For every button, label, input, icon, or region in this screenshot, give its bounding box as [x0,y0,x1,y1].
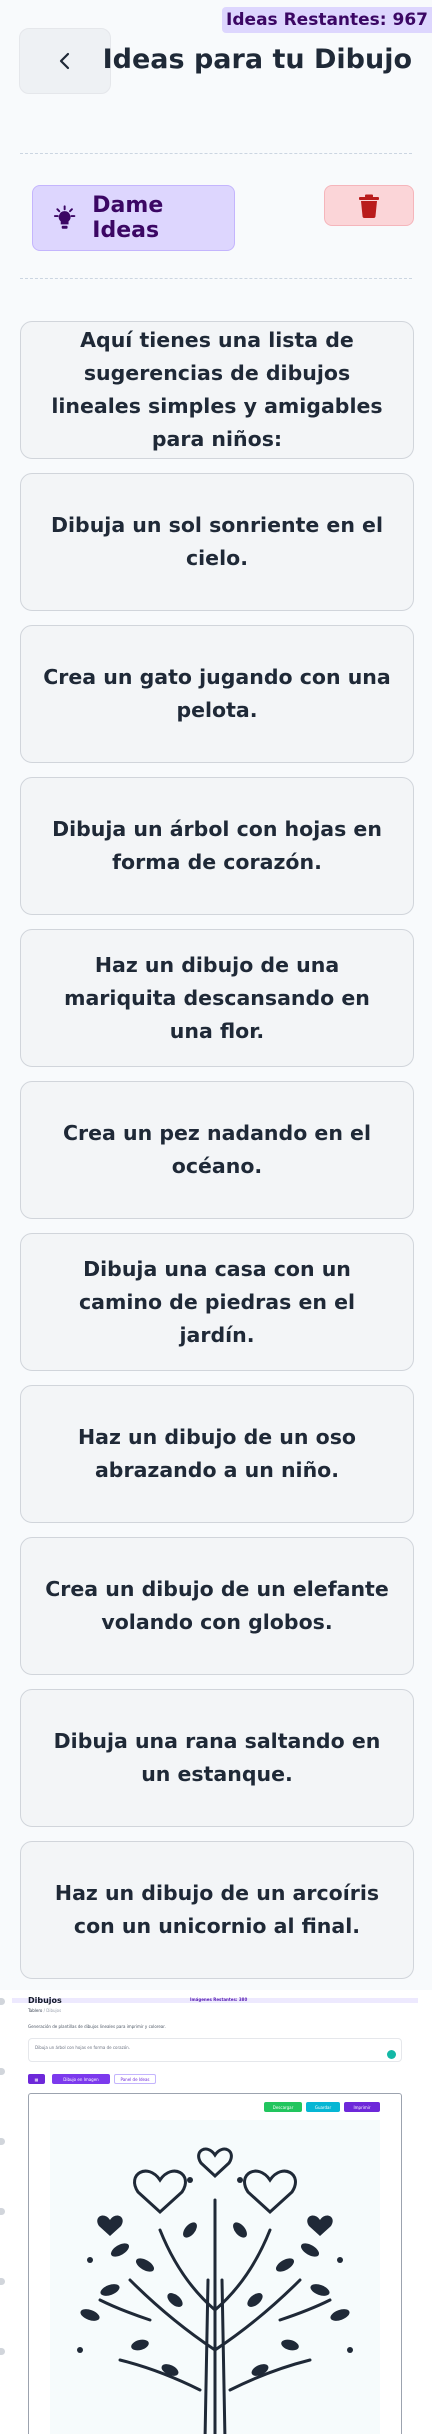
preview-description: Generación de plantillas de dibujos line… [28,2024,166,2029]
edge-tab [0,2138,5,2145]
idea-card: Dibuja una casa con un camino de piedras… [20,1233,414,1371]
idea-card: Dibuja una rana saltando en un estanque. [20,1689,414,1827]
print-button[interactable]: Imprimir [344,2102,380,2112]
breadcrumb: Tablero / Dibujos [28,2008,62,2013]
idea-card: Aquí tienes una lista de sugerencias de … [20,321,414,459]
drawing-preview-screenshot: Dibujos Imágenes Restantes: 380 Tablero … [0,1990,432,2434]
get-ideas-button[interactable]: Dame Ideas [32,185,235,251]
heart-tree-illustration [77,2147,353,2434]
preview-title: Dibujos [28,1996,62,2005]
draw-on-image-button[interactable]: Dibujo en Imagen [52,2074,110,2084]
download-label: Descargar [272,2104,294,2110]
page-title: Ideas para tu Dibujo [102,44,412,75]
back-button[interactable] [19,28,111,94]
generate-icon[interactable] [387,2050,396,2059]
ideas-panel-button[interactable]: Panel de Ideas [114,2074,156,2084]
ideas-remaining-badge: Ideas Restantes: 967 [222,7,432,33]
chevron-left-icon [59,52,70,70]
idea-card: Dibuja un árbol con hojas en forma de co… [20,777,414,915]
download-button[interactable]: Descargar [264,2102,302,2112]
edge-tab [0,2278,5,2285]
edge-tab [0,2208,5,2215]
divider [20,278,412,279]
idea-card: Crea un pez nadando en el océano. [20,1081,414,1219]
idea-card: Crea un dibujo de un elefante volando co… [20,1537,414,1675]
grid-button[interactable]: ▦ [28,2074,45,2084]
grid-icon: ▦ [34,2076,39,2082]
ideas-app: Ideas Restantes: 967 Ideas para tu Dibuj… [0,0,432,2013]
idea-card: Haz un dibujo de un arcoíris con un unic… [20,1841,414,1979]
images-remaining-badge: Imágenes Restantes: 380 [190,1997,248,2002]
edge-tab [0,2068,5,2075]
trash-icon [359,194,379,218]
generated-drawing [50,2120,380,2434]
edge-tab [0,1998,5,2005]
lightbulb-icon [53,205,76,229]
idea-card: Dibuja un sol sonriente en el cielo. [20,473,414,611]
idea-card: Haz un dibujo de una mariquita descansan… [20,929,414,1067]
save-label: Guardar [314,2104,332,2110]
divider [20,153,412,154]
breadcrumb-item[interactable]: Tablero [28,2008,42,2013]
delete-button[interactable] [324,185,414,226]
save-button[interactable]: Guardar [306,2102,340,2112]
idea-card: Haz un dibujo de un oso abrazando a un n… [20,1385,414,1523]
ideas-panel-label: Panel de Ideas [120,2076,150,2082]
edge-tab [0,2348,5,2355]
prompt-input[interactable]: Dibuja un árbol con hojas en forma de co… [28,2038,402,2062]
idea-card: Crea un gato jugando con una pelota. [20,625,414,763]
breadcrumb-item: Dibujos [46,2008,62,2013]
draw-on-image-label: Dibujo en Imagen [63,2076,99,2082]
get-ideas-label: Dame Ideas [92,193,164,243]
print-label: Imprimir [353,2104,371,2110]
